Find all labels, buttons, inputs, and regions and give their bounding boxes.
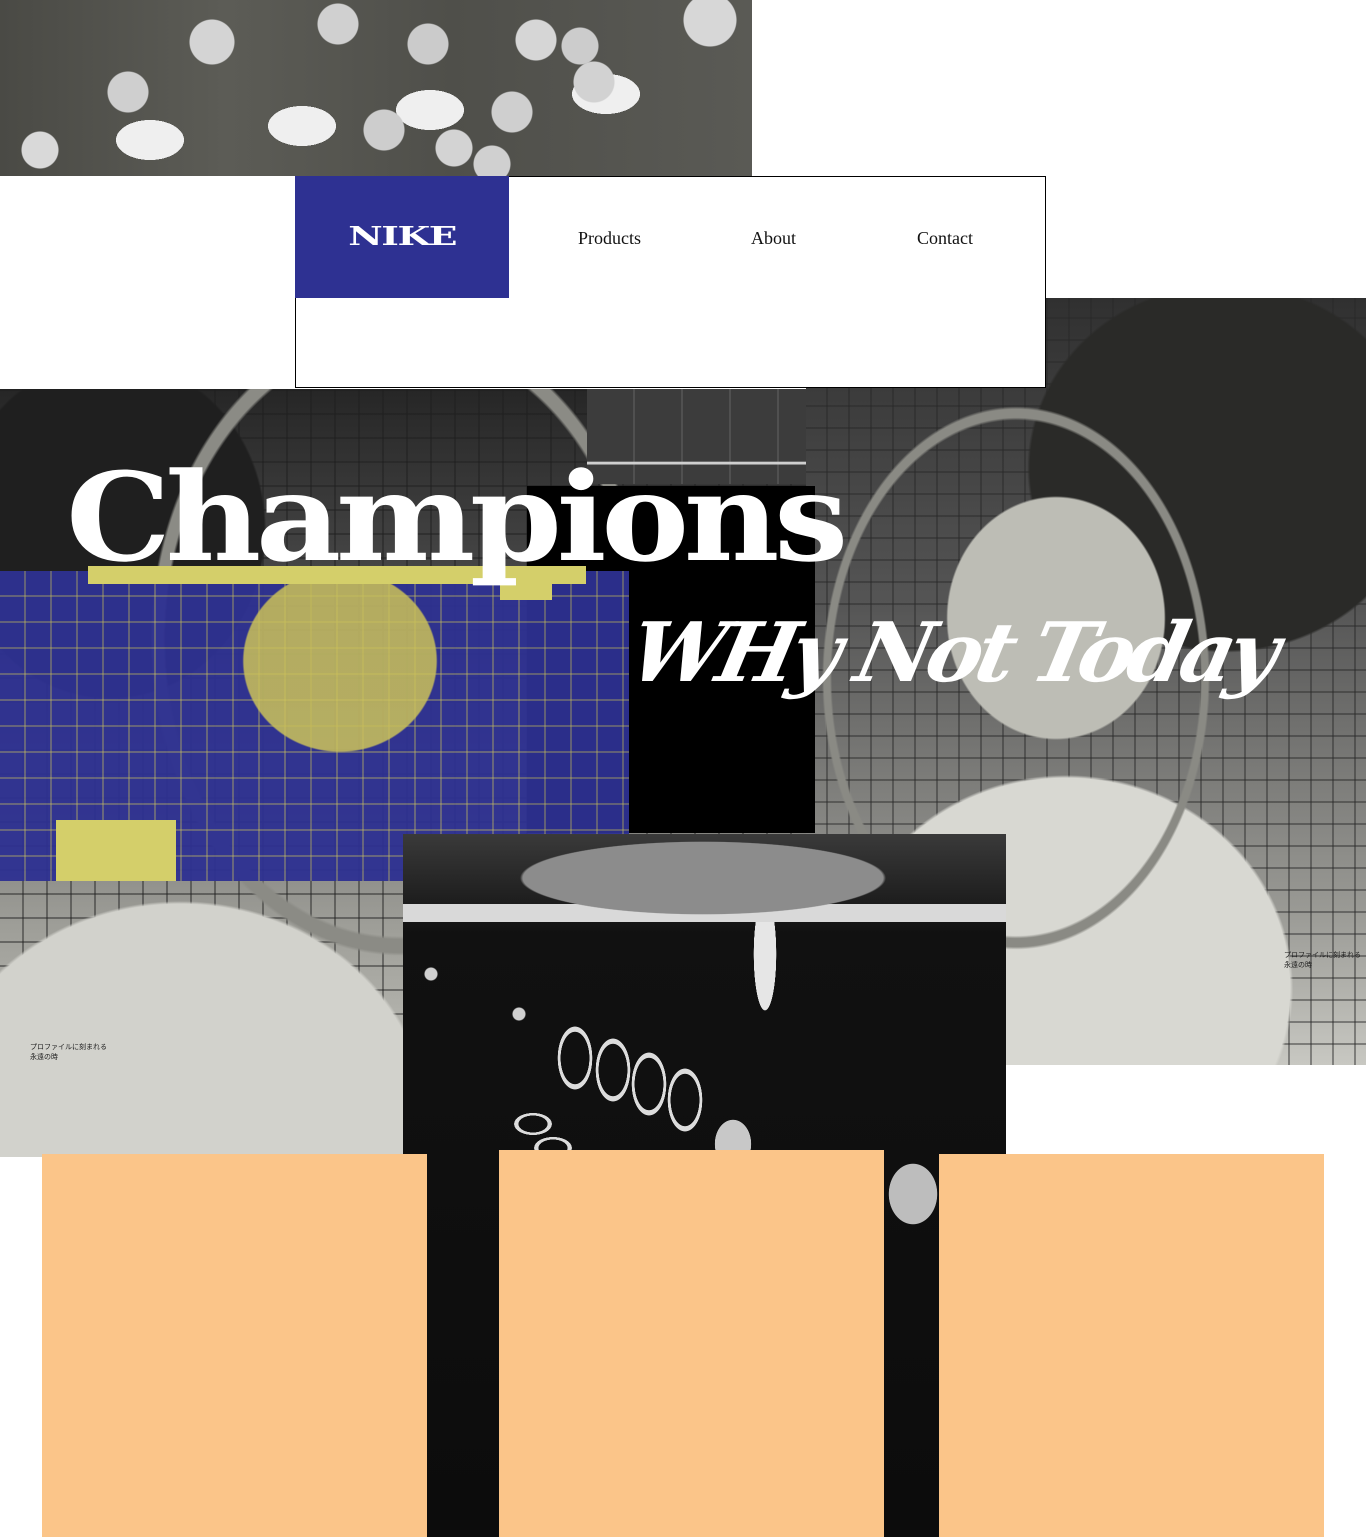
hero-headline: Champions bbox=[66, 445, 848, 589]
photo-caption-right: プロファイルに刻まれる永遠の時 bbox=[1284, 951, 1361, 969]
nav-link-contact[interactable]: Contact bbox=[917, 228, 973, 249]
feature-card-1[interactable] bbox=[42, 1154, 427, 1537]
logo[interactable]: NIKE bbox=[295, 176, 509, 298]
logo-text: NIKE bbox=[348, 222, 457, 252]
feature-card-2[interactable] bbox=[499, 1150, 884, 1537]
hero-subline: WHy Not Today bbox=[621, 605, 1283, 701]
photo-caption-left: プロファイルに刻まれる永遠の時 bbox=[30, 1043, 107, 1061]
nav-link-products[interactable]: Products bbox=[578, 228, 641, 249]
feature-card-3[interactable] bbox=[939, 1154, 1324, 1537]
nav-link-about[interactable]: About bbox=[751, 228, 796, 249]
tennis-balls-photo bbox=[0, 0, 752, 176]
yellow-collar-accent bbox=[56, 820, 176, 881]
